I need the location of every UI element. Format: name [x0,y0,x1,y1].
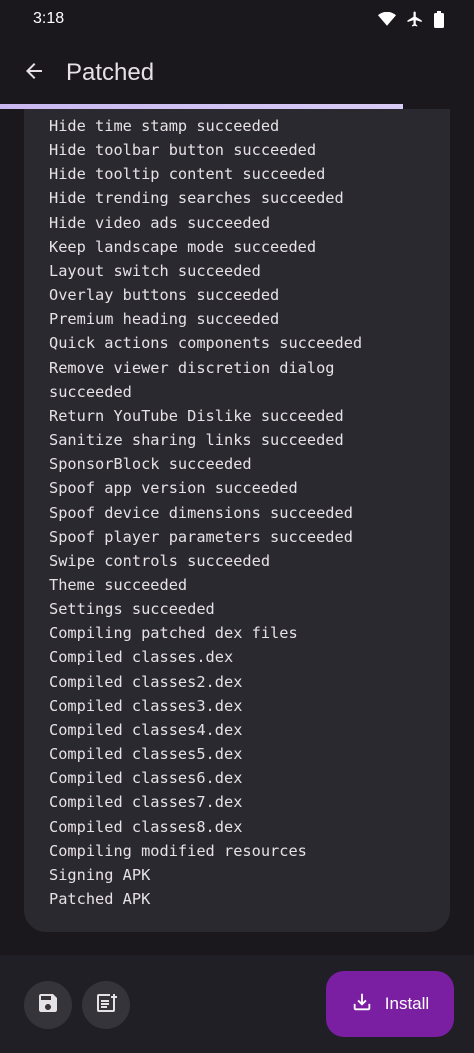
log-line: Return YouTube Dislike succeeded [49,406,344,425]
log-line: Compiled classes2.dex [49,672,243,691]
log-line: SponsorBlock succeeded [49,455,252,474]
log-line: Theme succeeded [49,575,188,594]
install-label: Install [384,994,430,1013]
log-line: Quick actions components succeeded [49,334,363,353]
log-line: Compiling patched dex files [49,624,298,643]
log-line: Hide time stamp succeeded [49,117,280,135]
airplane-icon [406,10,424,28]
log-line: Hide trending searches succeeded [49,189,344,208]
log-line: Premium heading succeeded [49,310,280,329]
log-line: Compiled classes6.dex [49,769,243,788]
page-title: Patched [66,59,155,86]
log-line: Remove viewer discretion dialog succeede… [49,358,335,401]
log-line: Signing APK [49,865,151,884]
log-line: Compiled classes5.dex [49,745,243,764]
top-app-bar: Patched [0,38,474,108]
log-line: Spoof player parameters succeeded [49,527,353,546]
export-log-button[interactable] [82,981,130,1029]
log-line: Compiling modified resources [49,841,307,860]
arrow-back-icon [22,59,46,88]
log-line: Spoof device dimensions succeeded [49,503,353,522]
log-line: Settings succeeded [49,600,215,619]
install-button[interactable]: Install [326,971,454,1037]
log-line: Layout switch succeeded [49,261,261,280]
log-line: Compiled classes3.dex [49,696,243,715]
wifi-icon [378,12,396,26]
battery-icon [434,10,444,28]
log-line: Overlay buttons succeeded [49,286,280,305]
log-line: Compiled classes7.dex [49,793,243,812]
log-line: Sanitize sharing links succeeded [49,431,344,450]
status-bar: 3:18 [0,0,474,38]
save-icon [36,991,60,1020]
log-line: Keep landscape mode succeeded [49,237,317,256]
download-icon [351,991,373,1018]
log-line: Hide toolbar button succeeded [49,141,317,160]
log-line: Spoof app version succeeded [49,479,298,498]
bottom-app-bar: Install [0,955,474,1053]
log-line: Hide tooltip content succeeded [49,165,326,184]
note-add-icon [94,991,118,1020]
log-line: Hide video ads succeeded [49,213,271,232]
status-time: 3:18 [33,10,65,27]
save-button[interactable] [24,981,72,1029]
log-line: Compiled classes4.dex [49,720,243,739]
log-line: Patched APK [49,890,151,908]
log-line: Compiled classes.dex [49,648,234,667]
log-card: Hide time stamp succeeded Hide toolbar bu… [24,109,450,932]
log-line: Compiled classes8.dex [49,817,243,836]
log-line: Swipe controls succeeded [49,551,271,570]
status-icons [378,10,444,28]
log-list: Hide time stamp succeeded Hide toolbar bu… [24,109,450,911]
back-button[interactable] [10,49,58,97]
